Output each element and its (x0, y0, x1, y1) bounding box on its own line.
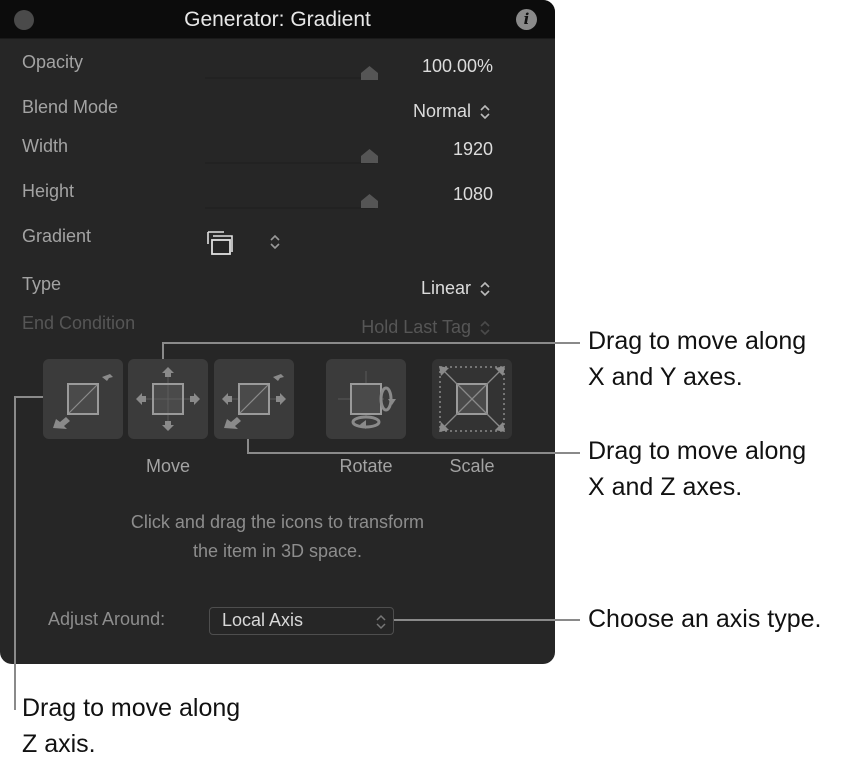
end-condition-popup: Hold Last Tag (361, 317, 491, 338)
blend-mode-value: Normal (412, 101, 471, 121)
transform-hint: Click and drag the icons to transform th… (0, 508, 555, 566)
chevron-updown-icon (480, 282, 490, 297)
adjust-around-label: Adjust Around: (48, 609, 166, 629)
gradient-chevron-updown-icon[interactable] (269, 232, 281, 252)
move-xz-axes-icon (222, 374, 286, 429)
callout-line-xy-vertical (162, 342, 164, 359)
info-icon[interactable]: i (516, 9, 537, 30)
rotate-caption: Rotate (339, 456, 393, 476)
width-label: Width (22, 136, 69, 156)
blend-mode-popup[interactable]: Normal (413, 101, 491, 122)
opacity-slider-track[interactable] (205, 77, 375, 79)
callout-z-line-1: Drag to move along (22, 694, 241, 722)
blend-mode-label: Blend Mode (22, 97, 119, 117)
width-slider-thumb[interactable] (361, 149, 378, 163)
adjust-around-value: Local Axis (222, 610, 304, 630)
move-z-axis-icon (53, 374, 113, 429)
scale-icon (439, 366, 505, 432)
title-bar: Generator: Gradient i (0, 0, 555, 39)
callout-line-z-horizontal (14, 396, 43, 398)
opacity-label: Opacity (22, 52, 84, 72)
callout-xz-line-2: X and Z axes. (588, 473, 743, 501)
callout-line-xy-horizontal (162, 342, 580, 344)
opacity-value[interactable]: 100.00% (422, 56, 493, 77)
type-popup[interactable]: Linear (421, 278, 491, 299)
callout-xy-line-2: X and Y axes. (588, 363, 743, 391)
callout-axis-type: Choose an axis type. (588, 605, 822, 633)
height-value[interactable]: 1080 (453, 184, 493, 205)
callout-xz-line-1: Drag to move along (588, 437, 807, 465)
callout-line-xz-horizontal (247, 452, 580, 454)
width-value[interactable]: 1920 (453, 139, 493, 160)
chevron-updown-icon (376, 614, 386, 630)
gradient-label: Gradient (22, 226, 92, 246)
callout-xy-line-1: Drag to move along (588, 327, 807, 355)
callout-z: Drag to move along Z axis. (22, 690, 240, 762)
type-value: Linear (420, 278, 471, 298)
move-xy-button[interactable] (128, 359, 208, 439)
generator-inspector-panel: Generator: Gradient i Opacity 100.00% Bl… (0, 0, 555, 664)
callout-z-line-2: Z axis. (22, 730, 96, 758)
move-xz-button[interactable] (214, 359, 294, 439)
scale-button[interactable] (432, 359, 512, 439)
scale-caption: Scale (449, 456, 495, 476)
callout-line-z-vertical (14, 396, 16, 710)
opacity-slider-thumb[interactable] (361, 66, 378, 80)
chevron-updown-icon (480, 105, 490, 120)
hint-line-1: Click and drag the icons to transform (130, 512, 425, 532)
callout-xy: Drag to move along X and Y axes. (588, 323, 806, 395)
height-slider-thumb[interactable] (361, 194, 378, 208)
move-caption: Move (145, 456, 190, 476)
type-label: Type (22, 274, 62, 294)
height-label: Height (22, 181, 75, 201)
width-slider-track[interactable] (205, 162, 375, 164)
end-condition-label: End Condition (22, 313, 136, 333)
gradient-preset-icon[interactable] (207, 231, 235, 256)
move-z-button[interactable] (43, 359, 123, 439)
callout-line-xz-vertical (247, 439, 249, 453)
move-xy-axes-icon (136, 367, 200, 431)
panel-title: Generator: Gradient (184, 8, 371, 31)
callout-line-axis-type (394, 619, 580, 621)
callout-xz: Drag to move along X and Z axes. (588, 433, 806, 505)
end-condition-value: Hold Last Tag (361, 317, 471, 337)
rotate-icon (338, 371, 396, 429)
rotate-button[interactable] (326, 359, 406, 439)
hint-line-2: the item in 3D space. (192, 541, 363, 561)
chevron-updown-icon (480, 321, 490, 336)
adjust-around-popup[interactable]: Local Axis (209, 607, 394, 635)
height-slider-track[interactable] (205, 207, 375, 209)
